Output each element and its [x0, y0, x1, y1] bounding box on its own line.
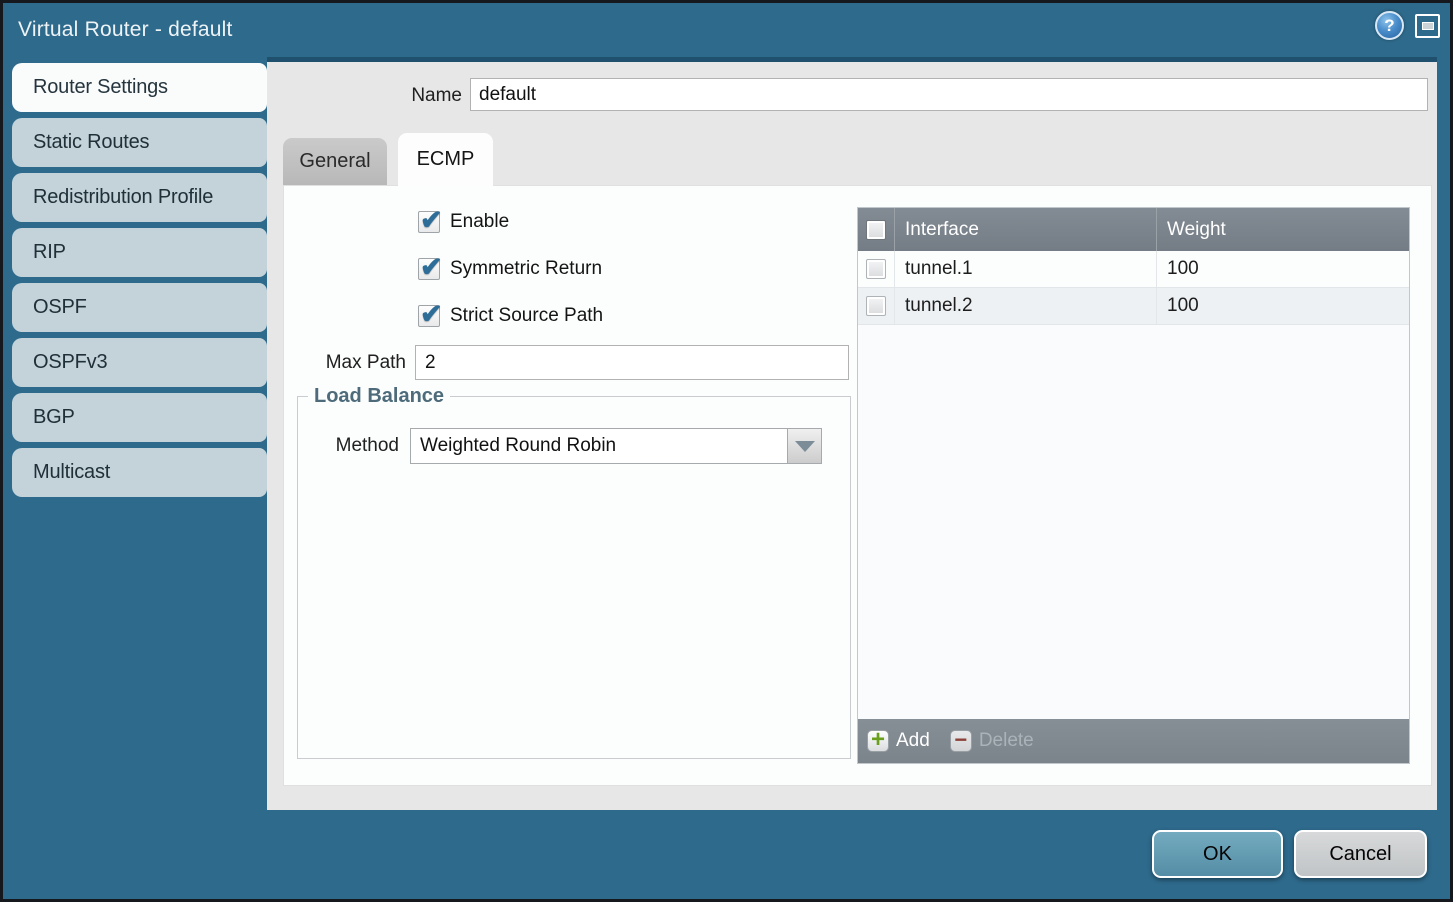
- dialog-title: Virtual Router - default: [18, 3, 233, 57]
- ok-button[interactable]: OK: [1152, 830, 1283, 878]
- sidebar-item-label: Multicast: [33, 461, 110, 483]
- sidebar-item[interactable]: Router Settings: [12, 63, 267, 112]
- method-row: Method Weighted Round Robin: [298, 428, 850, 464]
- sidebar-item[interactable]: Static Routes: [12, 118, 267, 167]
- table-footer: + Add − Delete: [858, 719, 1409, 763]
- window-restore-icon[interactable]: [1415, 14, 1440, 38]
- row-checkbox[interactable]: [866, 296, 886, 316]
- sidebar-item[interactable]: BGP: [12, 393, 267, 442]
- method-dropdown-button[interactable]: [788, 428, 822, 464]
- column-header-interface: Interface: [894, 208, 1156, 251]
- add-button[interactable]: + Add: [867, 730, 930, 752]
- row-checkbox-cell: [858, 288, 894, 324]
- sidebar-item[interactable]: Multicast: [12, 448, 267, 497]
- content-top-divider: [267, 57, 1437, 62]
- sidebar-item-label: Router Settings: [33, 76, 168, 98]
- weight-cell: 100: [1156, 288, 1409, 324]
- sidebar-item-label: Redistribution Profile: [33, 186, 213, 208]
- name-input[interactable]: [470, 78, 1428, 111]
- checkbox[interactable]: [418, 211, 440, 233]
- ecmp-option-row: Strict Source Path: [418, 304, 603, 328]
- row-checkbox-cell: [858, 251, 894, 287]
- sidebar-item[interactable]: OSPF: [12, 283, 267, 332]
- sidebar-item[interactable]: RIP: [12, 228, 267, 277]
- select-all-checkbox[interactable]: [866, 220, 886, 240]
- ecmp-option-row: Enable: [418, 210, 603, 234]
- delete-button[interactable]: − Delete: [950, 730, 1034, 752]
- checkbox-label: Enable: [450, 211, 509, 233]
- checkbox[interactable]: [418, 305, 440, 327]
- method-select[interactable]: Weighted Round Robin: [410, 428, 788, 464]
- sidebar-item-label: OSPFv3: [33, 351, 107, 373]
- sidebar-item-label: RIP: [33, 241, 66, 263]
- row-checkbox[interactable]: [866, 259, 886, 279]
- sidebar-item-label: OSPF: [33, 296, 87, 318]
- load-balance-fieldset: Load Balance Method Weighted Round Robin: [297, 385, 851, 759]
- method-label: Method: [298, 435, 410, 457]
- header-checkbox-cell: [858, 208, 894, 251]
- table-body: tunnel.1 100 tunnel.2 100: [858, 251, 1409, 719]
- table-row[interactable]: tunnel.2 100: [858, 288, 1409, 325]
- delete-icon: −: [950, 730, 972, 752]
- sidebar: Router Settings Static Routes Redistribu…: [3, 57, 267, 899]
- window-restore-icon-inner: [1422, 22, 1434, 30]
- checkbox-label: Symmetric Return: [450, 258, 602, 280]
- tab-ecmp[interactable]: ECMP: [398, 133, 493, 186]
- delete-button-label: Delete: [979, 730, 1034, 752]
- table-row[interactable]: tunnel.1 100: [858, 251, 1409, 288]
- checkbox-label: Strict Source Path: [450, 305, 603, 327]
- load-balance-legend: Load Balance: [308, 385, 450, 408]
- sidebar-item-label: BGP: [33, 406, 75, 428]
- sidebar-item[interactable]: OSPFv3: [12, 338, 267, 387]
- ecmp-option-row: Symmetric Return: [418, 257, 603, 281]
- cancel-button[interactable]: Cancel: [1294, 830, 1427, 878]
- sidebar-item-label: Static Routes: [33, 131, 149, 153]
- help-icon[interactable]: ?: [1375, 11, 1404, 40]
- weight-cell: 100: [1156, 251, 1409, 287]
- ecmp-tab-panel: Enable Symmetric Return Strict Source Pa…: [283, 185, 1432, 786]
- name-label: Name: [327, 85, 462, 107]
- max-path-input[interactable]: [415, 345, 849, 380]
- interface-cell: tunnel.1: [894, 251, 1156, 287]
- tab-general[interactable]: General: [283, 138, 387, 185]
- max-path-label: Max Path: [284, 352, 406, 374]
- add-icon: +: [867, 730, 889, 752]
- table-header: Interface Weight: [858, 208, 1409, 251]
- chevron-down-icon: [795, 441, 815, 452]
- checkbox[interactable]: [418, 258, 440, 280]
- interface-table: Interface Weight tunnel.1 100: [857, 207, 1410, 764]
- title-bar: Virtual Router - default ?: [3, 3, 1450, 57]
- sidebar-item[interactable]: Redistribution Profile: [12, 173, 267, 222]
- ecmp-options: Enable Symmetric Return Strict Source Pa…: [418, 210, 603, 351]
- add-button-label: Add: [896, 730, 930, 752]
- virtual-router-dialog: Virtual Router - default ? Router Settin…: [3, 3, 1450, 899]
- column-header-weight: Weight: [1156, 208, 1409, 251]
- dialog-content: Name General ECMP Enable Symmetric Retur…: [267, 57, 1437, 810]
- interface-cell: tunnel.2: [894, 288, 1156, 324]
